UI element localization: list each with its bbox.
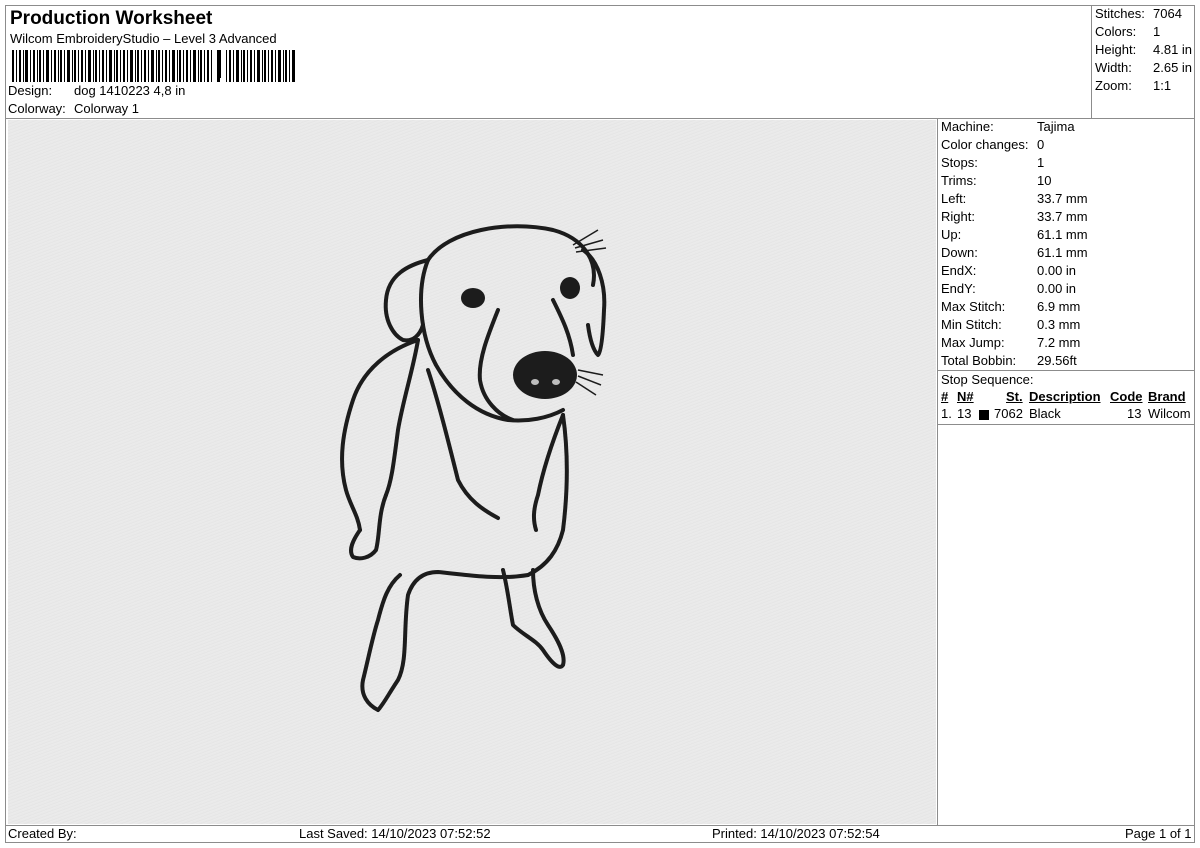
info-row: Trims: 10	[941, 173, 1051, 188]
info-row: Machine: Tajima	[941, 119, 1075, 134]
info-row: EndY: 0.00 in	[941, 281, 1076, 296]
stat-height: Height: 4.81 in	[1095, 42, 1192, 57]
worksheet-footer: Created By: Last Saved: 14/10/2023 07:52…	[6, 825, 1194, 843]
info-label: Stops:	[941, 155, 978, 170]
info-row: Up: 61.1 mm	[941, 227, 1088, 242]
colorway-field: Colorway: Colorway 1	[8, 101, 139, 116]
info-value: 61.1 mm	[1037, 245, 1088, 260]
info-value: 0	[1037, 137, 1045, 152]
stop-sequence-title: Stop Sequence:	[941, 372, 1034, 387]
col-header-brand: Brand	[1148, 389, 1186, 404]
stat-value: 1	[1153, 24, 1161, 39]
stat-value: 2.65 in	[1153, 60, 1193, 75]
stat-label: Zoom:	[1095, 78, 1132, 93]
row-code: 13	[1127, 406, 1142, 421]
stat-colors: Colors: 1	[1095, 24, 1160, 39]
info-row: Color changes: 0	[941, 137, 1044, 152]
colorway-value: Colorway 1	[74, 101, 140, 116]
stop-sequence-divider	[937, 370, 1194, 371]
info-value: 0.3 mm	[1037, 317, 1081, 332]
info-row: Total Bobbin: 29.56ft	[941, 353, 1077, 368]
stat-stitches: Stitches: 7064	[1095, 6, 1182, 21]
stat-zoom: Zoom: 1:1	[1095, 78, 1171, 93]
row-brand: Wilcom	[1148, 406, 1191, 421]
stat-label: Width:	[1095, 60, 1132, 75]
design-field: Design: dog 1410223 4,8 in	[8, 83, 185, 98]
col-header-n: N#	[957, 389, 974, 404]
stat-label: Stitches:	[1095, 6, 1145, 21]
dog-eye-left	[461, 288, 485, 308]
dog-embroidery-image	[340, 224, 607, 712]
row-st: 7062	[994, 406, 1023, 421]
stat-value: 4.81 in	[1153, 42, 1193, 57]
panel-divider	[937, 119, 938, 825]
info-value: 33.7 mm	[1037, 209, 1088, 224]
design-label: Design:	[8, 83, 53, 98]
worksheet-header: Production Worksheet Wilcom EmbroiderySt…	[6, 6, 1091, 118]
stat-label: Height:	[1095, 42, 1137, 57]
created-by: Created By:	[8, 826, 77, 841]
stat-value: 7064	[1153, 6, 1182, 21]
info-value: 33.7 mm	[1037, 191, 1088, 206]
last-saved: Last Saved: 14/10/2023 07:52:52	[299, 826, 491, 841]
info-row: EndX: 0.00 in	[941, 263, 1076, 278]
info-label: Max Jump:	[941, 335, 1005, 350]
info-label: Machine:	[941, 119, 994, 134]
design-value: dog 1410223 4,8 in	[74, 83, 186, 98]
info-label: Min Stitch:	[941, 317, 1002, 332]
info-row: Down: 61.1 mm	[941, 245, 1088, 260]
info-value: 0.00 in	[1037, 281, 1077, 296]
stat-label: Colors:	[1095, 24, 1137, 39]
info-row: Min Stitch: 0.3 mm	[941, 317, 1080, 332]
stats-panel: Stitches: 7064 Colors: 1 Height: 4.81 in Wi…	[1091, 6, 1195, 118]
info-label: EndY:	[941, 281, 976, 296]
stat-width: Width: 2.65 in	[1095, 60, 1192, 75]
barcode	[12, 50, 295, 82]
info-value: 0.00 in	[1037, 263, 1077, 278]
info-label: Left:	[941, 191, 967, 206]
dog-eye-right	[560, 277, 580, 299]
info-label: Color changes:	[941, 137, 1029, 152]
info-label: Trims:	[941, 173, 977, 188]
col-header-st: St.	[1006, 389, 1023, 404]
row-color-swatch	[979, 406, 989, 421]
row-description: Black	[1029, 406, 1061, 421]
info-row: Right: 33.7 mm	[941, 209, 1088, 224]
info-row: Left: 33.7 mm	[941, 191, 1088, 206]
col-header-num: #	[941, 389, 949, 404]
info-value: 6.9 mm	[1037, 299, 1081, 314]
page-title: Production Worksheet	[10, 8, 213, 29]
colorway-label: Colorway:	[8, 101, 66, 116]
col-header-description: Description	[1029, 389, 1101, 404]
row-n: 13	[957, 406, 972, 421]
info-label: Max Stitch:	[941, 299, 1006, 314]
info-label: Total Bobbin:	[941, 353, 1017, 368]
info-value: 10	[1037, 173, 1052, 188]
page-number: Page 1 of 1	[1125, 826, 1192, 841]
info-value: 61.1 mm	[1037, 227, 1088, 242]
color-swatch	[979, 409, 989, 420]
info-label: Up:	[941, 227, 962, 242]
table-bottom-divider	[937, 424, 1194, 425]
info-row: Max Stitch: 6.9 mm	[941, 299, 1080, 314]
info-value: 1	[1037, 155, 1045, 170]
stat-value: 1:1	[1153, 78, 1172, 93]
software-name: Wilcom EmbroideryStudio – Level 3 Advanc…	[10, 31, 277, 46]
info-row: Stops: 1	[941, 155, 1044, 170]
info-value: Tajima	[1037, 119, 1075, 134]
col-header-code: Code	[1110, 389, 1143, 404]
info-row: Max Jump: 7.2 mm	[941, 335, 1080, 350]
info-value: 7.2 mm	[1037, 335, 1081, 350]
info-label: Right:	[941, 209, 975, 224]
info-label: Down:	[941, 245, 978, 260]
printed-date: Printed: 14/10/2023 07:52:54	[712, 826, 880, 841]
design-preview	[8, 120, 936, 824]
info-value: 29.56ft	[1037, 353, 1077, 368]
dog-nose	[513, 351, 577, 399]
row-num: 1.	[941, 406, 952, 421]
info-label: EndX:	[941, 263, 977, 278]
